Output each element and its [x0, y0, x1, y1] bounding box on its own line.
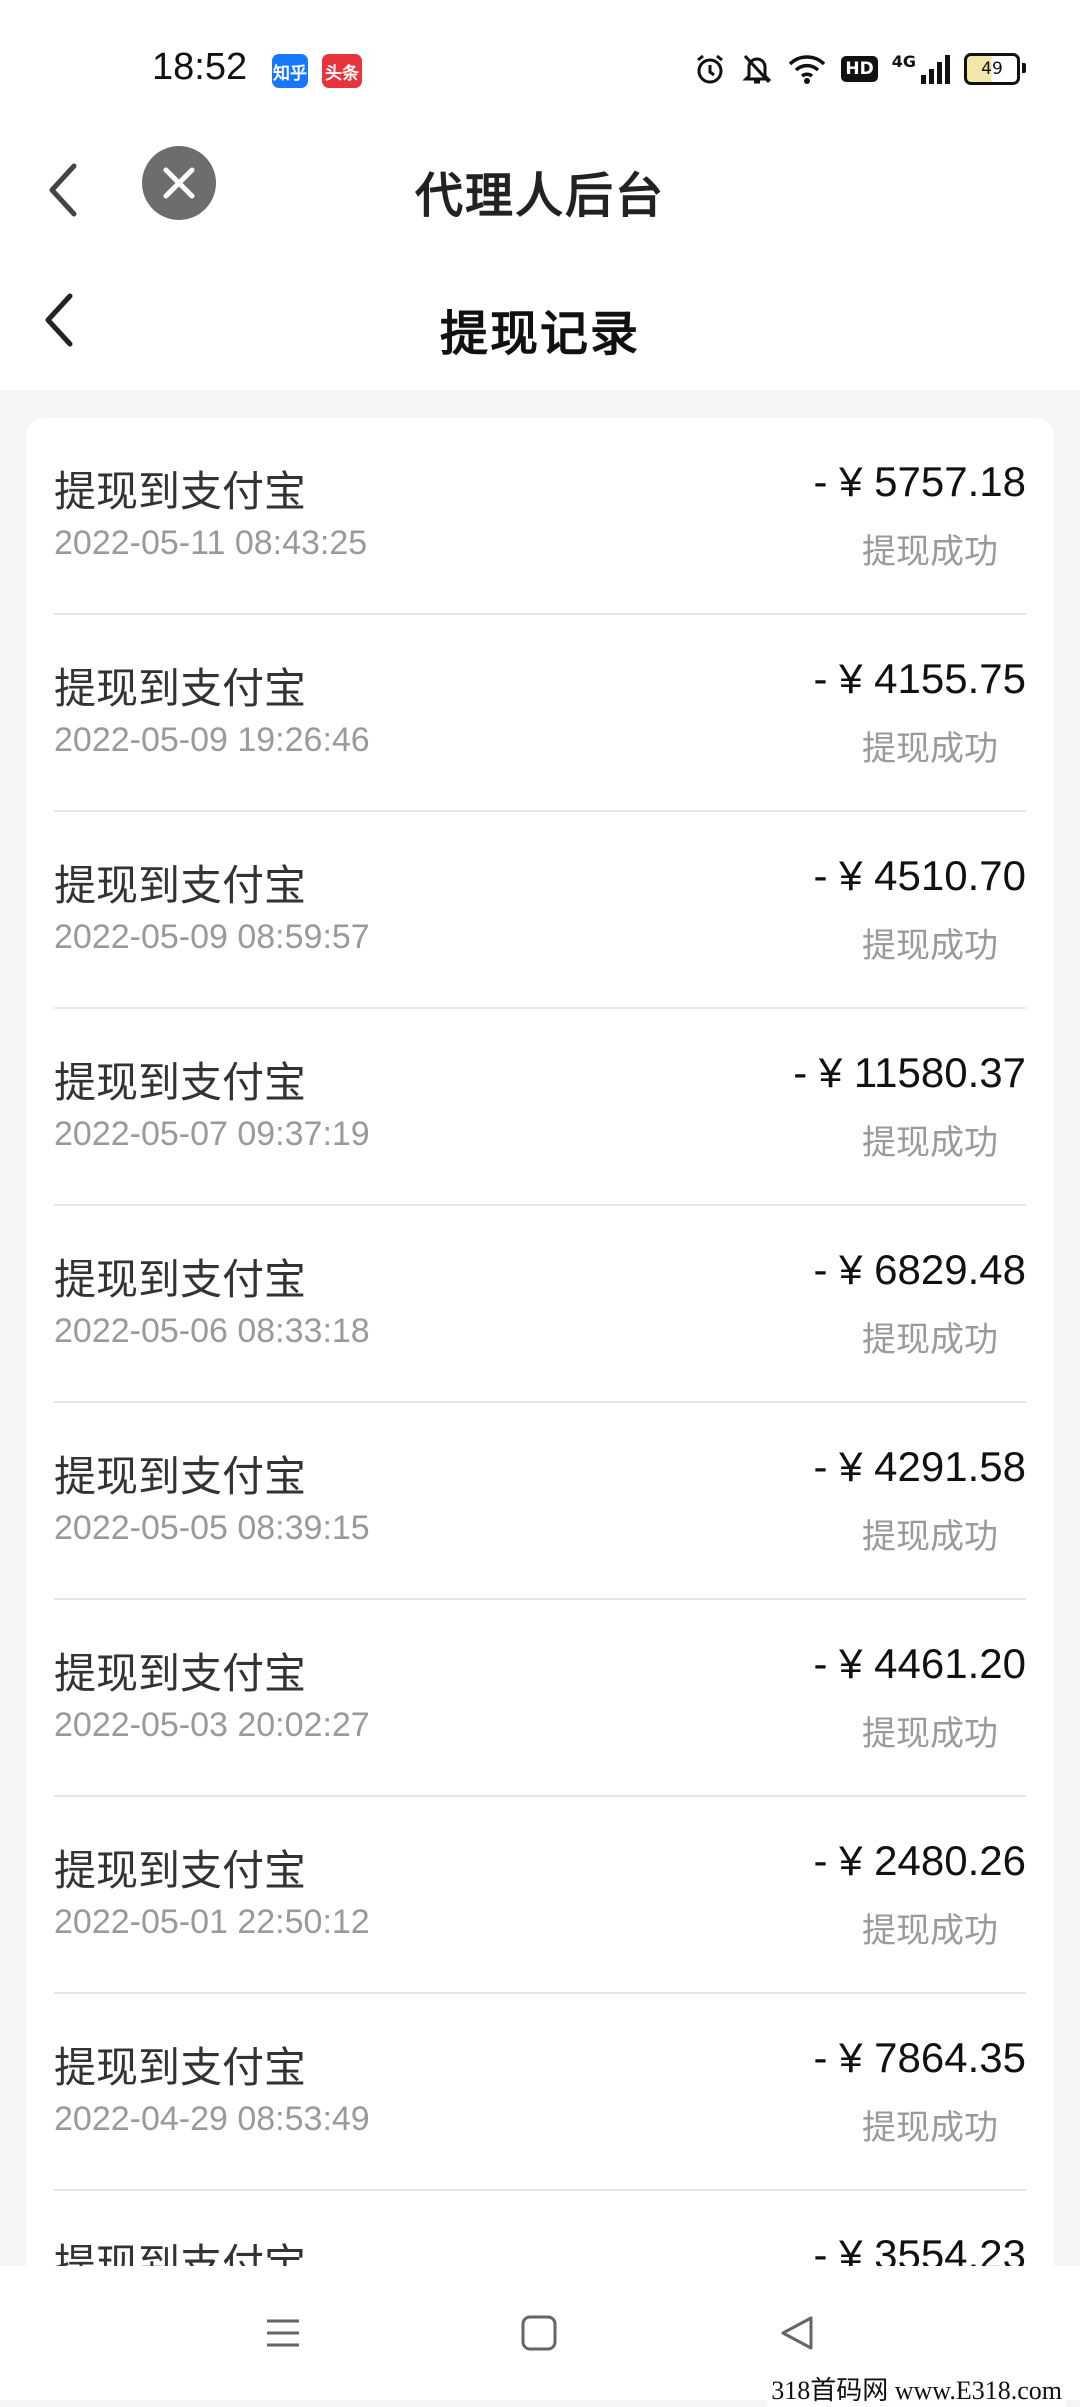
- record-row[interactable]: 提现到支付宝 2022-05-09 08:59:57 - ¥ 4510.70 提…: [54, 812, 1026, 1009]
- record-date: 2022-05-11 08:43:25: [54, 524, 368, 562]
- record-status: 提现成功: [862, 926, 998, 966]
- record-row[interactable]: 提现到支付宝 2022-05-03 20:02:27 - ¥ 4461.20 提…: [54, 1600, 1026, 1797]
- record-status: 提现成功: [862, 1517, 998, 1557]
- record-date: 2022-05-06 08:33:18: [54, 1312, 370, 1350]
- record-row[interactable]: 提现到支付宝 2022-05-11 08:43:25 - ¥ 5757.18 提…: [54, 418, 1026, 615]
- back-triangle-icon: [781, 2316, 813, 2350]
- battery-icon: 49: [964, 53, 1026, 85]
- record-row[interactable]: 提现到支付宝 2022-04-29 08:53:49 - ¥ 7864.35 提…: [54, 1994, 1026, 2191]
- withdrawal-record-list: 提现到支付宝 2022-05-11 08:43:25 - ¥ 5757.18 提…: [26, 418, 1054, 2318]
- record-amount: - ¥ 6829.48: [813, 1246, 1026, 1293]
- record-date: 2022-05-09 08:59:57: [54, 918, 370, 956]
- watermark: 318首码网 www.E318.com: [767, 2370, 1066, 2407]
- web-title: 代理人后台: [414, 168, 665, 224]
- record-amount: - ¥ 7864.35: [813, 2034, 1026, 2081]
- record-row[interactable]: 提现到支付宝 2022-05-01 22:50:12 - ¥ 2480.26 提…: [54, 1797, 1026, 1994]
- record-title: 提现到支付宝: [54, 861, 307, 910]
- record-date: 2022-05-01 22:50:12: [54, 1903, 370, 1941]
- record-title: 提现到支付宝: [54, 1058, 307, 1107]
- status-icons: HD 4G 49: [693, 52, 1026, 86]
- record-title: 提现到支付宝: [54, 467, 307, 516]
- nav-home-button[interactable]: [512, 2306, 566, 2360]
- record-amount: - ¥ 4510.70: [813, 852, 1026, 899]
- record-title: 提现到支付宝: [54, 1255, 307, 1304]
- status-time: 18:52: [152, 46, 248, 88]
- record-date: 2022-05-09 19:26:46: [54, 721, 370, 759]
- record-status: 提现成功: [862, 729, 998, 769]
- menu-icon: [267, 2319, 299, 2347]
- signal-icon: [921, 55, 950, 84]
- record-row[interactable]: 提现到支付宝 2022-05-06 08:33:18 - ¥ 6829.48 提…: [54, 1206, 1026, 1403]
- record-title: 提现到支付宝: [54, 1452, 307, 1501]
- record-amount: - ¥ 2480.26: [813, 1837, 1026, 1884]
- zhihu-app-icon: 知乎: [272, 54, 308, 88]
- battery-level: 49: [981, 59, 1003, 79]
- record-status: 提现成功: [862, 1911, 998, 1951]
- record-date: 2022-05-05 08:39:15: [54, 1509, 370, 1547]
- record-row[interactable]: 提现到支付宝 2022-05-07 09:37:19 - ¥ 11580.37 …: [54, 1009, 1026, 1206]
- record-amount: - ¥ 4291.58: [813, 1443, 1026, 1490]
- record-row[interactable]: 提现到支付宝 2022-05-05 08:39:15 - ¥ 4291.58 提…: [54, 1403, 1026, 1600]
- home-square-icon: [521, 2315, 557, 2351]
- record-date: 2022-04-29 08:53:49: [54, 2100, 370, 2138]
- mute-bell-icon: [742, 54, 773, 84]
- nav-menu-button[interactable]: [256, 2306, 310, 2360]
- page-title: 提现记录: [439, 306, 640, 362]
- record-title: 提现到支付宝: [54, 1846, 307, 1895]
- network-type: 4G: [891, 52, 916, 71]
- toutiao-app-icon: 头条: [322, 54, 362, 88]
- record-title: 提现到支付宝: [54, 664, 307, 713]
- nav-back-button[interactable]: [770, 2306, 824, 2360]
- record-amount: - ¥ 5757.18: [813, 458, 1026, 505]
- record-amount: - ¥ 4461.20: [813, 1640, 1026, 1687]
- status-bar: 18:52 知乎 头条 HD 4G 49: [0, 0, 1080, 130]
- record-title: 提现到支付宝: [54, 2043, 307, 2092]
- record-date: 2022-05-03 20:02:27: [54, 1706, 370, 1744]
- hd-icon: HD: [841, 56, 878, 82]
- record-row[interactable]: 提现到支付宝 2022-05-09 19:26:46 - ¥ 4155.75 提…: [54, 615, 1026, 812]
- record-status: 提现成功: [862, 1123, 998, 1163]
- wifi-icon: [789, 55, 826, 84]
- record-amount: - ¥ 4155.75: [813, 655, 1026, 702]
- record-date: 2022-05-07 09:37:19: [54, 1115, 370, 1153]
- record-status: 提现成功: [862, 532, 998, 572]
- record-status: 提现成功: [862, 1714, 998, 1754]
- alarm-icon: [697, 54, 724, 84]
- record-status: 提现成功: [862, 1320, 998, 1360]
- record-status: 提现成功: [862, 2108, 998, 2148]
- record-title: 提现到支付宝: [54, 1649, 307, 1698]
- record-amount: - ¥ 11580.37: [793, 1049, 1026, 1096]
